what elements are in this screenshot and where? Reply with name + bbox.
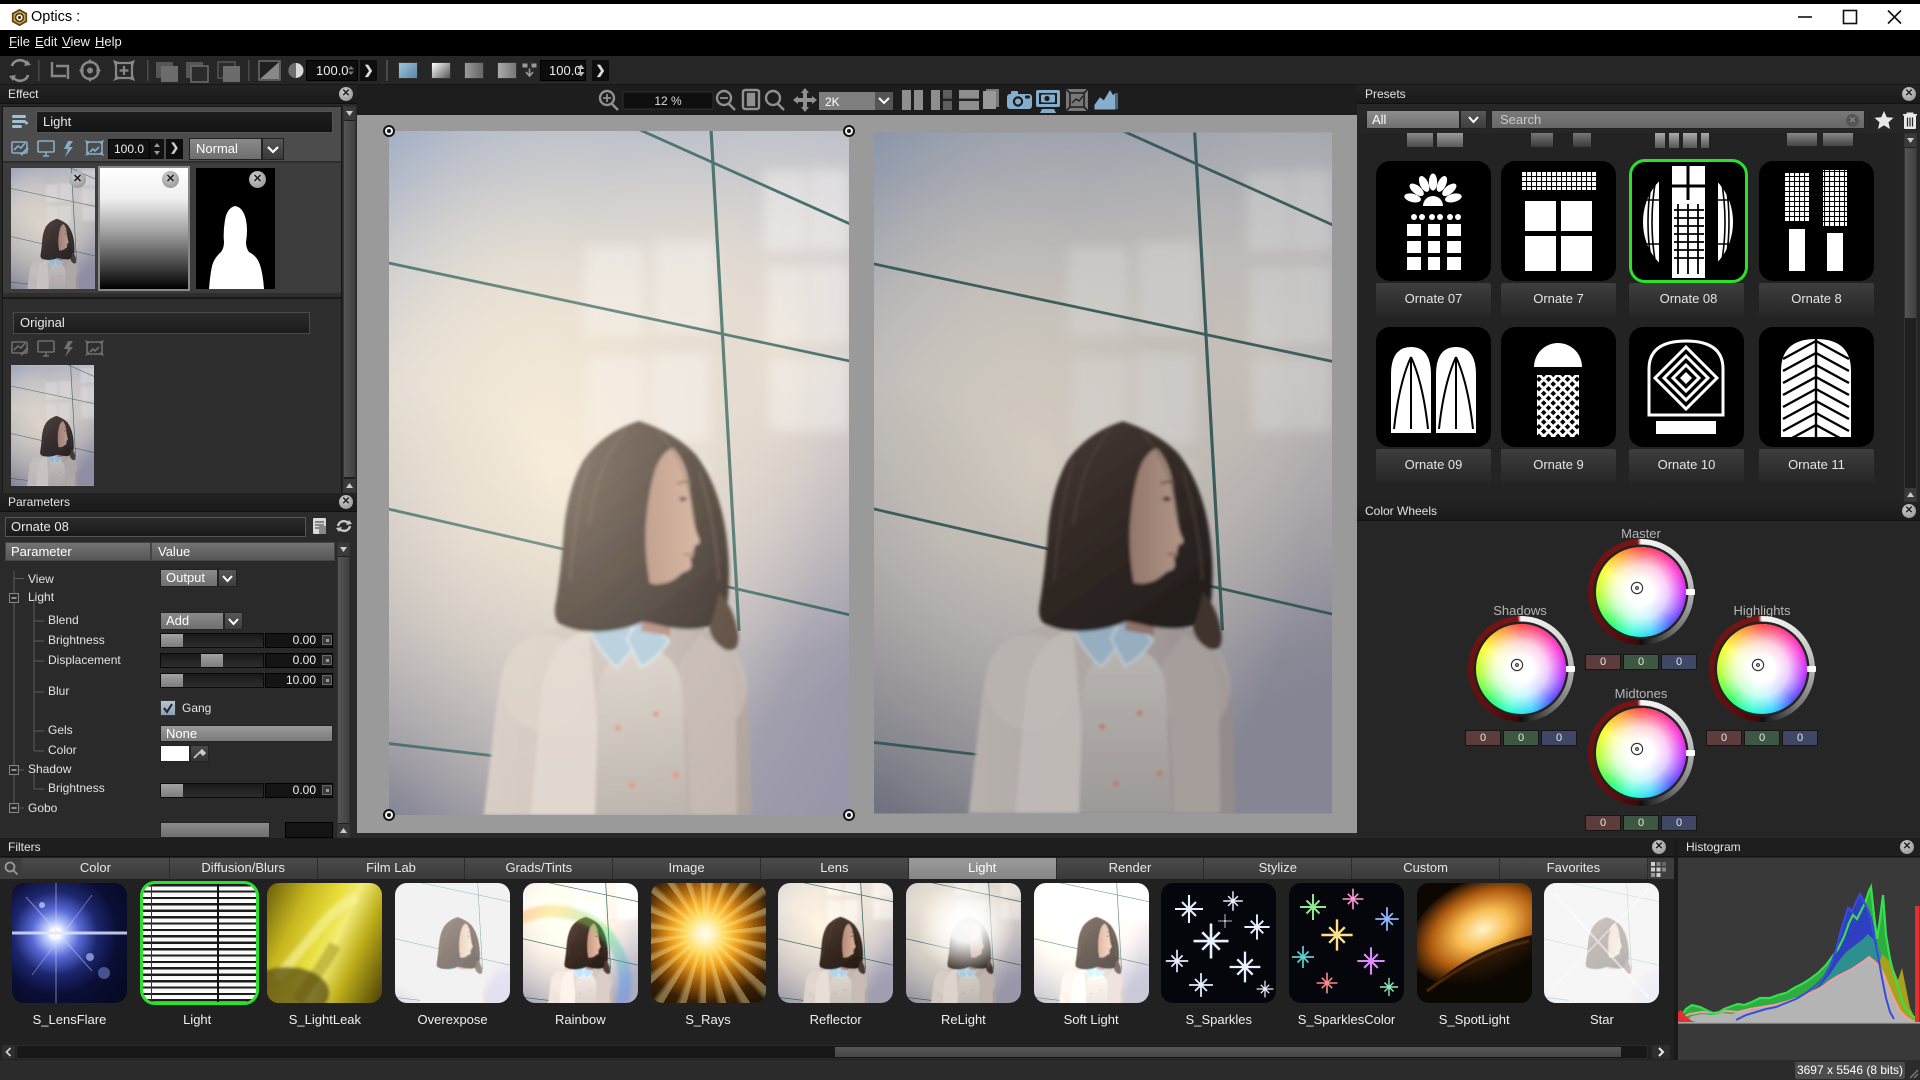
svg-text:12 %: 12 %	[654, 94, 682, 108]
svg-text:2K: 2K	[825, 95, 840, 109]
